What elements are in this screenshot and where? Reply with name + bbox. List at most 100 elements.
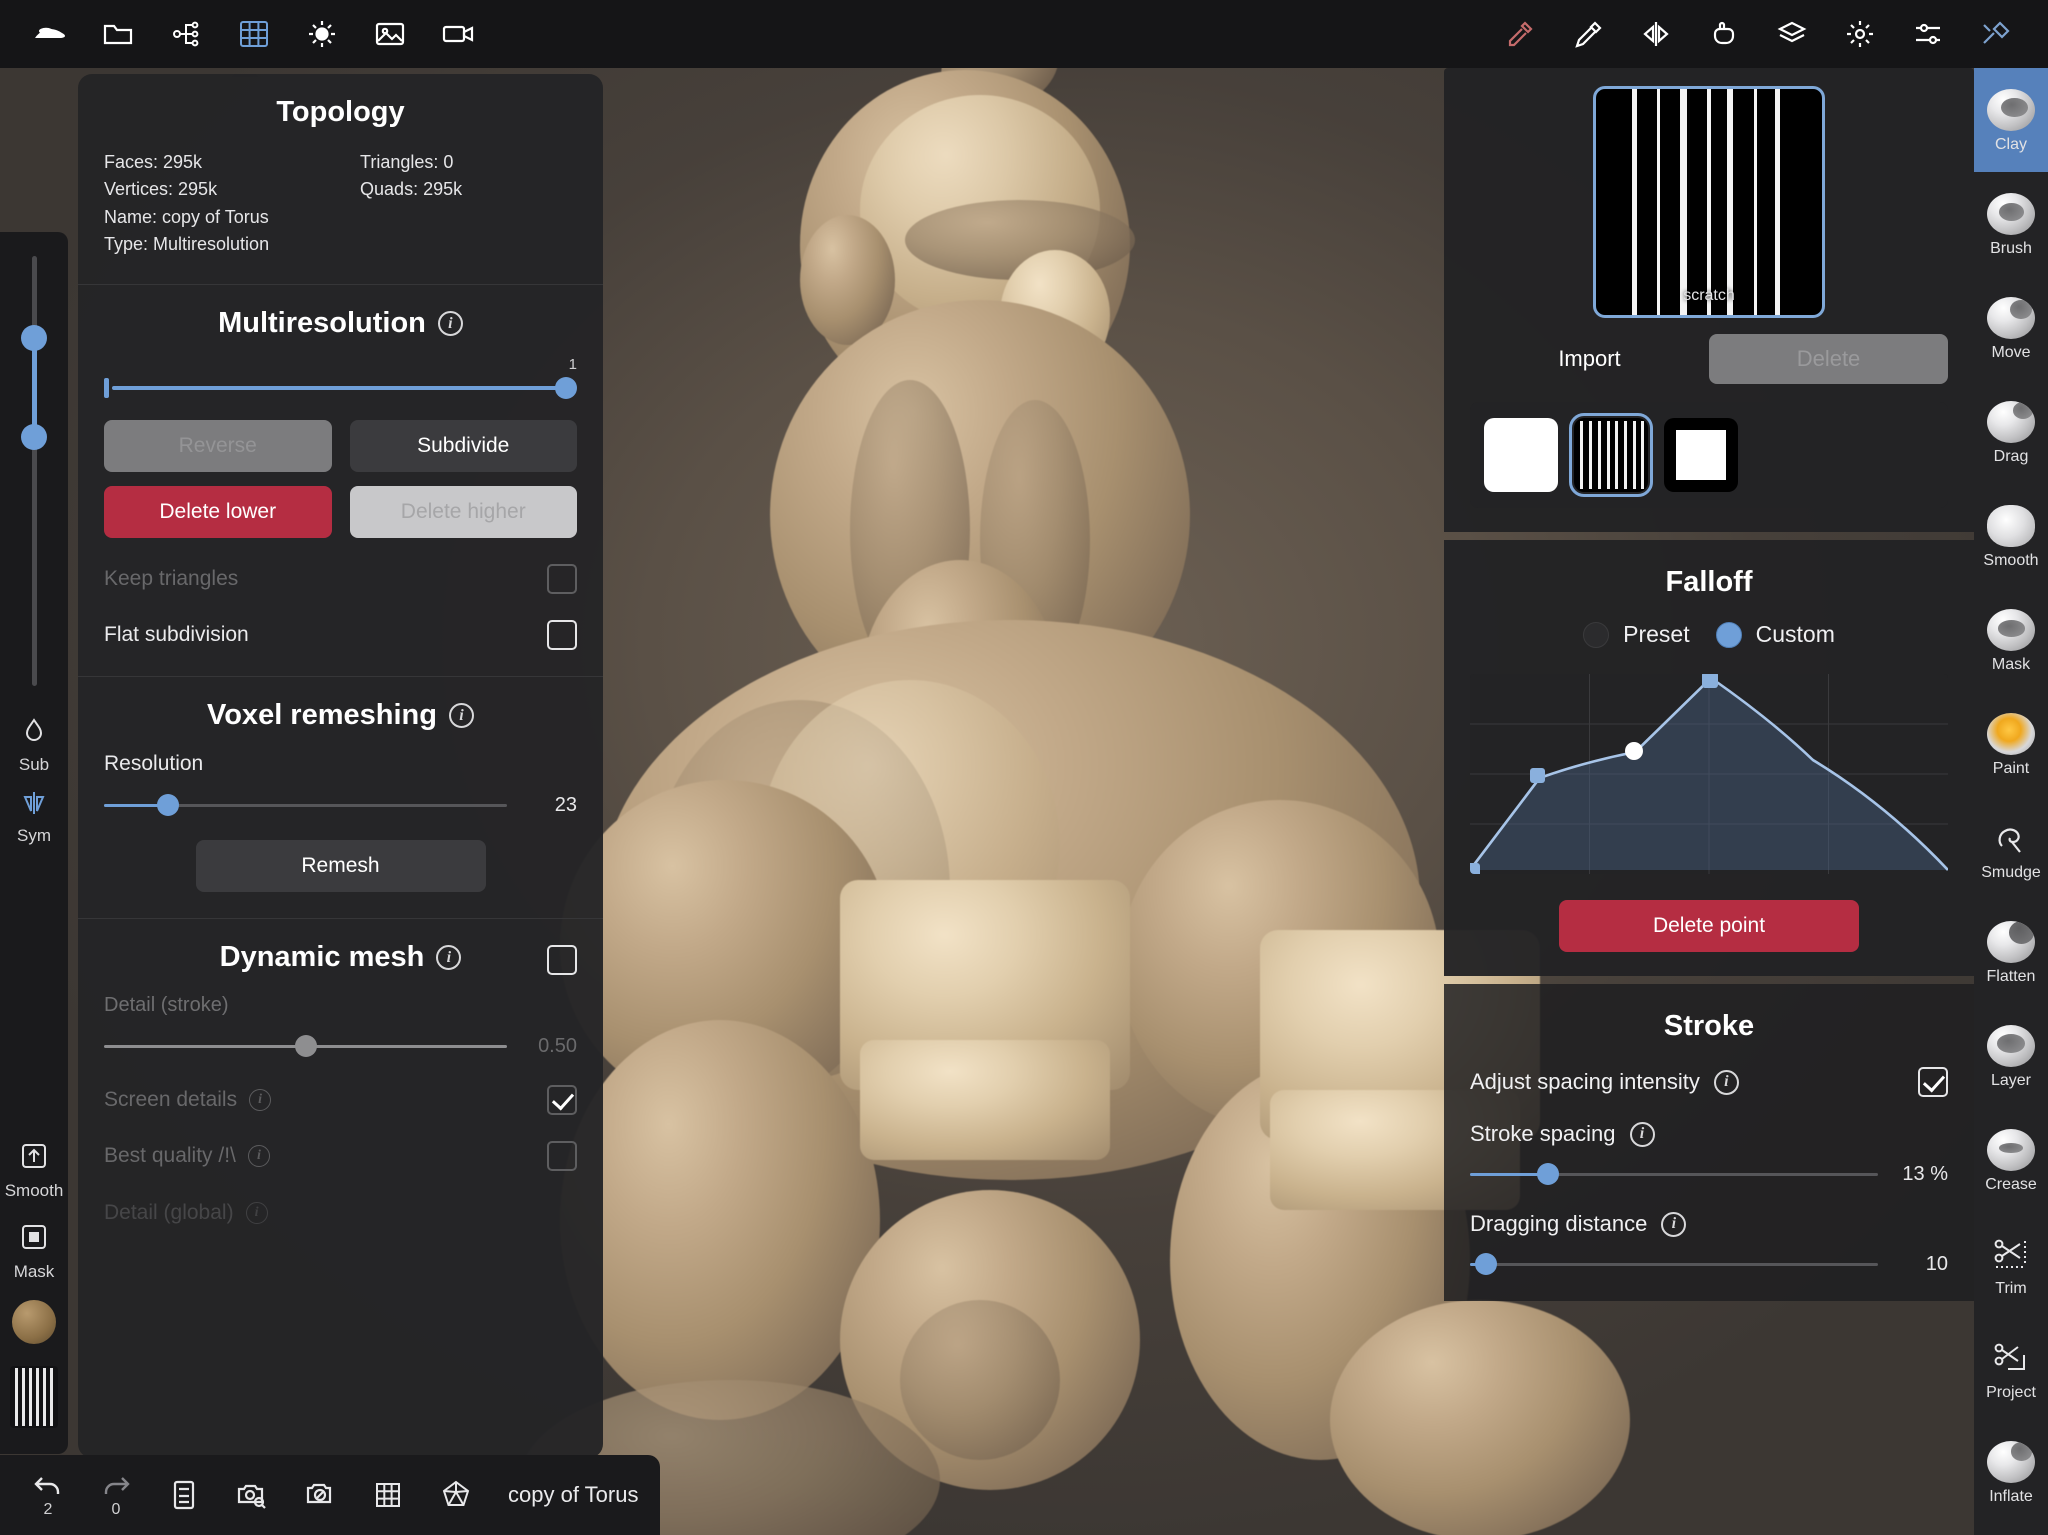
info-icon[interactable]: i	[1630, 1122, 1655, 1147]
rail-item-mask[interactable]: Mask	[0, 1221, 68, 1282]
rail-item-sub[interactable]: Sub	[0, 716, 68, 775]
delete-higher-button[interactable]: Delete higher	[350, 486, 578, 538]
brush-inflate[interactable]: Inflate	[1974, 1420, 2048, 1524]
dragging-distance-value: 10	[1894, 1253, 1948, 1276]
curve-point[interactable]	[1470, 863, 1480, 874]
dynamic-mesh-checkbox[interactable]	[547, 945, 577, 975]
brush-crease[interactable]: Crease	[1974, 1108, 2048, 1212]
stroke-texture-preview[interactable]	[10, 1366, 58, 1428]
info-icon[interactable]: i	[449, 703, 474, 728]
eyedropper-icon[interactable]	[1486, 9, 1554, 59]
subdivide-button[interactable]: Subdivide	[350, 420, 578, 472]
screen-details-row[interactable]: Screen details i	[104, 1085, 577, 1115]
best-quality-checkbox[interactable]	[547, 1141, 577, 1171]
remesh-button[interactable]: Remesh	[196, 840, 486, 892]
rail-item-label: Sub	[19, 755, 49, 775]
texture-thumb-blank[interactable]	[1484, 418, 1558, 492]
multires-max-label: 1	[569, 356, 577, 373]
pointer-icon[interactable]	[1690, 9, 1758, 59]
brush-list-rail: Clay Brush Move Drag Smooth Mask	[1974, 68, 2048, 1535]
topology-grid-icon[interactable]	[220, 9, 288, 59]
sym-icon	[19, 789, 49, 822]
texture-preview[interactable]: scratch	[1593, 86, 1825, 318]
texture-thumb-square[interactable]	[1664, 418, 1738, 492]
delete-texture-button[interactable]: Delete	[1709, 334, 1948, 384]
detail-stroke-value: 0.50	[523, 1035, 577, 1058]
info-icon[interactable]: i	[1714, 1070, 1739, 1095]
falloff-preset-radio[interactable]: Preset	[1583, 621, 1689, 648]
adjust-spacing-intensity-row[interactable]: Adjust spacing intensity i	[1470, 1067, 1948, 1097]
brush-smooth[interactable]: Smooth	[1974, 484, 2048, 588]
brush-label: Smudge	[1981, 864, 2041, 882]
keep-triangles-row[interactable]: Keep triangles	[104, 564, 577, 594]
delete-lower-button[interactable]: Delete lower	[104, 486, 332, 538]
dragging-distance-slider[interactable]	[1470, 1251, 1878, 1277]
delete-point-button[interactable]: Delete point	[1559, 900, 1859, 952]
brush-mask[interactable]: Mask	[1974, 588, 2048, 692]
brush-clay[interactable]: Clay	[1974, 68, 2048, 172]
camera-icon[interactable]	[424, 9, 492, 59]
brush-layer[interactable]: Layer	[1974, 1004, 2048, 1108]
tools-icon[interactable]	[1962, 9, 2030, 59]
stroke-spacing-slider[interactable]	[1470, 1161, 1878, 1187]
topology-section: Topology Faces: 295k Vertices: 295k Name…	[78, 74, 603, 285]
info-icon[interactable]: i	[249, 1089, 271, 1111]
best-quality-row[interactable]: Best quality /!\ i	[104, 1141, 577, 1171]
rail-item-smooth[interactable]: Smooth	[0, 1140, 68, 1201]
undo-button[interactable]: 2	[14, 1462, 82, 1528]
camera-capture-icon[interactable]	[286, 1462, 354, 1528]
detail-stroke-slider[interactable]	[104, 1033, 507, 1059]
snapshot-icon[interactable]	[218, 1462, 286, 1528]
brush-smudge[interactable]: Smudge	[1974, 796, 2048, 900]
resolution-value: 23	[523, 794, 577, 817]
info-icon[interactable]: i	[1661, 1212, 1686, 1237]
notes-icon[interactable]	[150, 1462, 218, 1528]
redo-count: 0	[112, 1501, 121, 1519]
import-texture-button[interactable]: Import	[1470, 334, 1709, 384]
curve-point[interactable]	[1702, 674, 1718, 688]
reverse-button[interactable]: Reverse	[104, 420, 332, 472]
multires-level-slider[interactable]	[104, 378, 577, 398]
image-icon[interactable]	[356, 9, 424, 59]
gear-icon[interactable]	[1826, 9, 1894, 59]
grid-icon[interactable]	[354, 1462, 422, 1528]
material-color-swatch[interactable]	[12, 1300, 56, 1344]
falloff-curve-editor[interactable]	[1470, 674, 1948, 874]
info-icon[interactable]: i	[436, 945, 461, 970]
info-icon[interactable]: i	[438, 311, 463, 336]
mirror-icon[interactable]	[1622, 9, 1690, 59]
brush-brush[interactable]: Brush	[1974, 172, 2048, 276]
flat-subdivision-checkbox[interactable]	[547, 620, 577, 650]
adjust-spacing-intensity-checkbox[interactable]	[1918, 1067, 1948, 1097]
triangles-stat: Triangles: 0	[360, 149, 577, 176]
brush-trim[interactable]: Trim	[1974, 1212, 2048, 1316]
info-icon[interactable]: i	[248, 1145, 270, 1167]
flat-subdivision-row[interactable]: Flat subdivision	[104, 620, 577, 650]
lighting-icon[interactable]	[288, 9, 356, 59]
redo-button[interactable]: 0	[82, 1462, 150, 1528]
keep-triangles-checkbox[interactable]	[547, 564, 577, 594]
wireframe-icon[interactable]	[422, 1462, 490, 1528]
screen-details-checkbox[interactable]	[547, 1085, 577, 1115]
brush-move[interactable]: Move	[1974, 276, 2048, 380]
scene-graph-icon[interactable]	[152, 9, 220, 59]
layers-icon[interactable]	[1758, 9, 1826, 59]
stamp-icon[interactable]	[1554, 9, 1622, 59]
rail-item-sym[interactable]: Sym	[0, 789, 68, 846]
brush-project[interactable]: Project	[1974, 1316, 2048, 1420]
brush-paint[interactable]: Paint	[1974, 692, 2048, 796]
rail-item-label: Smooth	[5, 1181, 64, 1201]
brush-flatten[interactable]: Flatten	[1974, 900, 2048, 1004]
resolution-slider[interactable]	[104, 792, 507, 818]
sculpt-logo-icon[interactable]	[16, 9, 84, 59]
info-icon[interactable]: i	[246, 1202, 268, 1224]
rail-vertical-slider[interactable]	[32, 256, 37, 686]
sliders-icon[interactable]	[1894, 9, 1962, 59]
brush-pinch[interactable]: Pinch	[1974, 1524, 2048, 1535]
texture-thumb-scratch[interactable]	[1574, 418, 1648, 492]
open-folder-icon[interactable]	[84, 9, 152, 59]
topology-title: Topology	[104, 96, 577, 129]
brush-drag[interactable]: Drag	[1974, 380, 2048, 484]
falloff-custom-radio[interactable]: Custom	[1716, 621, 1835, 648]
curve-point[interactable]	[1530, 768, 1545, 783]
